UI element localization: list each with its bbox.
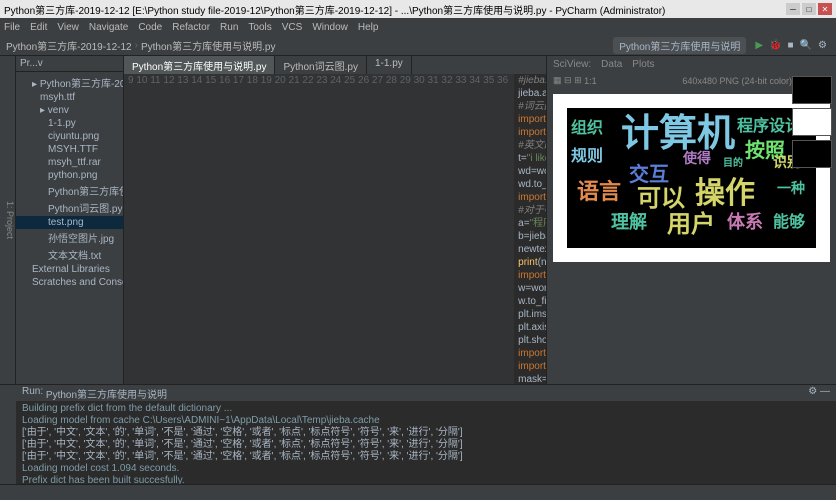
wordcloud-word: 计算机 xyxy=(621,102,735,157)
stop-icon[interactable]: ■ xyxy=(788,40,794,51)
project-header: Pr...v xyxy=(16,56,123,72)
tree-item[interactable]: MSYH.TTF xyxy=(16,143,123,156)
sciview-tab[interactable]: SciView: xyxy=(553,59,591,70)
wordcloud-word: 能够 xyxy=(773,208,805,232)
line-gutter: 9 10 11 12 13 14 15 16 17 18 19 20 21 22… xyxy=(124,74,514,384)
console-hide-icon[interactable]: — xyxy=(820,386,830,400)
project-panel: Pr...v ▸ Python第三方库-2019- msyh.ttf▸ venv… xyxy=(16,56,124,384)
breadcrumb-file[interactable]: Python第三方库使用与说明.py xyxy=(141,38,275,53)
console-tab[interactable]: Python第三方库使用与说明 xyxy=(46,386,167,400)
wordcloud-word: 目的 xyxy=(723,154,743,169)
wordcloud-word: 使得 xyxy=(683,148,711,168)
tree-item[interactable]: msyh.ttf xyxy=(16,91,123,104)
menu-run[interactable]: Run xyxy=(220,22,238,33)
wordcloud-word: 语言 xyxy=(577,174,621,206)
tree-item[interactable]: test.png xyxy=(16,216,123,229)
tree-item[interactable]: 文本文档.txt xyxy=(16,246,123,263)
settings-icon[interactable]: ⚙ xyxy=(818,40,827,51)
tree-item[interactable]: External Libraries xyxy=(16,263,123,276)
tree-item[interactable]: Python词云图.py xyxy=(16,199,123,216)
plot-canvas: 组织计算机程序设计规则使得按照目的识别交互语言可以操作一种理解用户体系能够 xyxy=(553,94,830,262)
editor-tabs: Python第三方库使用与说明.pyPython词云图.py1-1.py xyxy=(124,56,546,74)
close-button[interactable]: ✕ xyxy=(818,3,832,15)
wordcloud-image: 组织计算机程序设计规则使得按照目的识别交互语言可以操作一种理解用户体系能够 xyxy=(567,108,816,248)
tree-item[interactable]: ▸ venv xyxy=(16,104,123,117)
run-label: Run: xyxy=(22,386,43,400)
maximize-button[interactable]: □ xyxy=(802,3,816,15)
window-title: Python第三方库-2019-12-12 [E:\Python study f… xyxy=(4,2,665,17)
toolbar: Python第三方库-2019-12-12 › Python第三方库使用与说明.… xyxy=(0,36,836,56)
tree-item[interactable]: 1-1.py xyxy=(16,117,123,130)
menu-help[interactable]: Help xyxy=(358,22,379,33)
editor-area: Python第三方库使用与说明.pyPython词云图.py1-1.py 9 1… xyxy=(124,56,546,384)
tree-item[interactable]: python.png xyxy=(16,169,123,182)
minimize-button[interactable]: ─ xyxy=(786,3,800,15)
zoom-label: 1:1 xyxy=(584,76,597,86)
menu-navigate[interactable]: Navigate xyxy=(89,22,128,33)
editor-tab[interactable]: 1-1.py xyxy=(367,56,412,74)
menu-edit[interactable]: Edit xyxy=(30,22,47,33)
menu-window[interactable]: Window xyxy=(312,22,348,33)
menu-refactor[interactable]: Refactor xyxy=(172,22,210,33)
grid-icon[interactable]: ▦ xyxy=(553,75,562,86)
project-tree: ▸ Python第三方库-2019- msyh.ttf▸ venv1-1.pyc… xyxy=(16,72,123,291)
sciview-tab[interactable]: Plots xyxy=(632,59,654,70)
plot-thumbnails xyxy=(792,76,834,172)
wordcloud-word: 用户 xyxy=(667,204,715,239)
sciview-panel: SciView:DataPlots ▦ ⊟ ⊞ 1:1 640x480 PNG … xyxy=(546,56,836,384)
console-settings-icon[interactable]: ⚙ xyxy=(808,386,817,400)
menu-file[interactable]: File xyxy=(4,22,20,33)
tree-item[interactable]: Scratches and Console xyxy=(16,276,123,289)
menu-code[interactable]: Code xyxy=(138,22,162,33)
menu-tools[interactable]: Tools xyxy=(248,22,271,33)
tree-item[interactable]: Python第三方库使用 xyxy=(16,182,123,199)
window-titlebar: Python第三方库-2019-12-12 [E:\Python study f… xyxy=(0,0,836,18)
tree-item[interactable]: ciyuntu.png xyxy=(16,130,123,143)
wordcloud-word: 体系 xyxy=(727,208,763,234)
wordcloud-word: 组织 xyxy=(571,114,603,138)
run-icon[interactable]: ▶ xyxy=(755,40,763,51)
wordcloud-word: 一种 xyxy=(777,178,805,198)
run-console: Run: Python第三方库使用与说明 ⚙ — Building prefix… xyxy=(0,384,836,484)
editor-tab[interactable]: Python第三方库使用与说明.py xyxy=(124,56,275,74)
console-side-gutter xyxy=(0,385,16,484)
thumbnail[interactable] xyxy=(792,76,832,104)
tree-item[interactable]: msyh_ttf.rar xyxy=(16,156,123,169)
thumbnail[interactable] xyxy=(792,140,832,168)
console-output[interactable]: Building prefix dict from the default di… xyxy=(16,401,836,484)
wordcloud-word: 理解 xyxy=(611,208,647,234)
debug-icon[interactable]: 🐞 xyxy=(769,40,781,51)
menu-view[interactable]: View xyxy=(57,22,79,33)
editor-tab[interactable]: Python词云图.py xyxy=(275,56,366,74)
tree-item[interactable]: 孙悟空图片.jpg xyxy=(16,229,123,246)
status-bar xyxy=(0,484,836,500)
zoom-in-icon[interactable]: ⊞ xyxy=(574,75,582,86)
run-config-selector[interactable]: Python第三方库使用与说明 xyxy=(613,37,746,54)
sciview-tab[interactable]: Data xyxy=(601,59,622,70)
menu-vcs[interactable]: VCS xyxy=(282,22,303,33)
thumbnail[interactable] xyxy=(792,108,832,136)
project-root[interactable]: ▸ Python第三方库-2019- xyxy=(16,74,123,91)
left-tool-stripe[interactable]: 1: Project xyxy=(0,56,16,384)
menu-bar: File Edit View Navigate Code Refactor Run Tools… xyxy=(0,18,836,36)
zoom-out-icon[interactable]: ⊟ xyxy=(564,75,572,86)
breadcrumb-root[interactable]: Python第三方库-2019-12-12 xyxy=(6,38,132,53)
wordcloud-word: 规则 xyxy=(571,142,603,166)
search-icon[interactable]: 🔍 xyxy=(800,40,812,51)
code-editor[interactable]: #jieba.add_word()函数主要用来增加jieba库中的内容新的单词 … xyxy=(514,74,546,384)
